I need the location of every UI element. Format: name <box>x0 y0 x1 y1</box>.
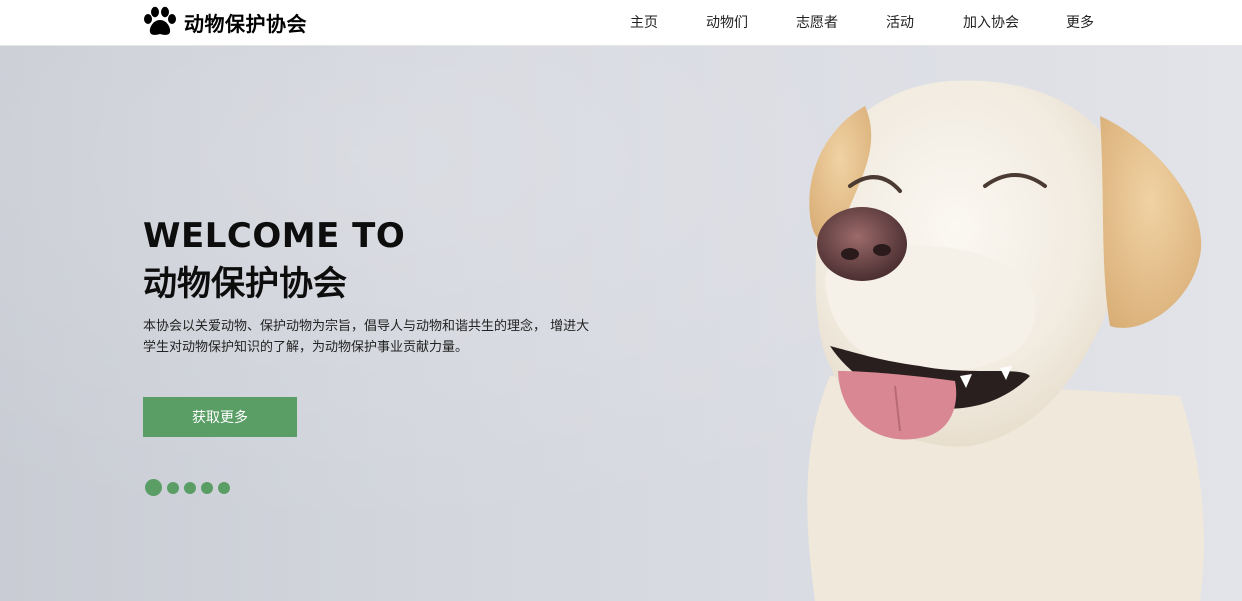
nav-volunteers[interactable]: 志愿者 <box>796 12 838 32</box>
carousel-dot[interactable] <box>184 481 196 494</box>
hero-description: 本协会以关爱动物、保护动物为宗旨，倡导人与动物和谐共生的理念， 增进大 学生对动… <box>143 316 613 358</box>
nav-more[interactable]: 更多 <box>1066 12 1094 32</box>
hero-description-line: 学生对动物保护知识的了解，为动物保护事业贡献力量。 <box>143 340 469 355</box>
site-header: 动物保护协会 主页 动物们 志愿者 活动 加入协会 更多 <box>0 0 1242 46</box>
carousel-dot[interactable] <box>218 481 230 494</box>
nav-animals[interactable]: 动物们 <box>706 12 748 32</box>
hero-welcome: WELCOME TO <box>143 216 406 256</box>
hero-banner: WELCOME TO 动物保护协会 本协会以关爱动物、保护动物为宗旨，倡导人与动… <box>0 46 1242 601</box>
learn-more-button[interactable]: 获取更多 <box>143 397 297 437</box>
nav-join[interactable]: 加入协会 <box>963 12 1019 32</box>
labrador-dog-image <box>807 80 1204 601</box>
carousel-dot[interactable] <box>201 481 213 494</box>
carousel-dot-active[interactable] <box>145 479 162 496</box>
carousel-dot[interactable] <box>167 481 179 494</box>
nav-activities[interactable]: 活动 <box>886 12 914 32</box>
hero-title: 动物保护协会 <box>143 264 347 304</box>
hero-description-line: 本协会以关爱动物、保护动物为宗旨，倡导人与动物和谐共生的理念， 增进大 <box>143 319 590 334</box>
nav-home[interactable]: 主页 <box>630 12 658 32</box>
carousel-indicators <box>145 479 235 496</box>
main-nav: 主页 动物们 志愿者 活动 加入协会 更多 <box>0 0 1242 45</box>
